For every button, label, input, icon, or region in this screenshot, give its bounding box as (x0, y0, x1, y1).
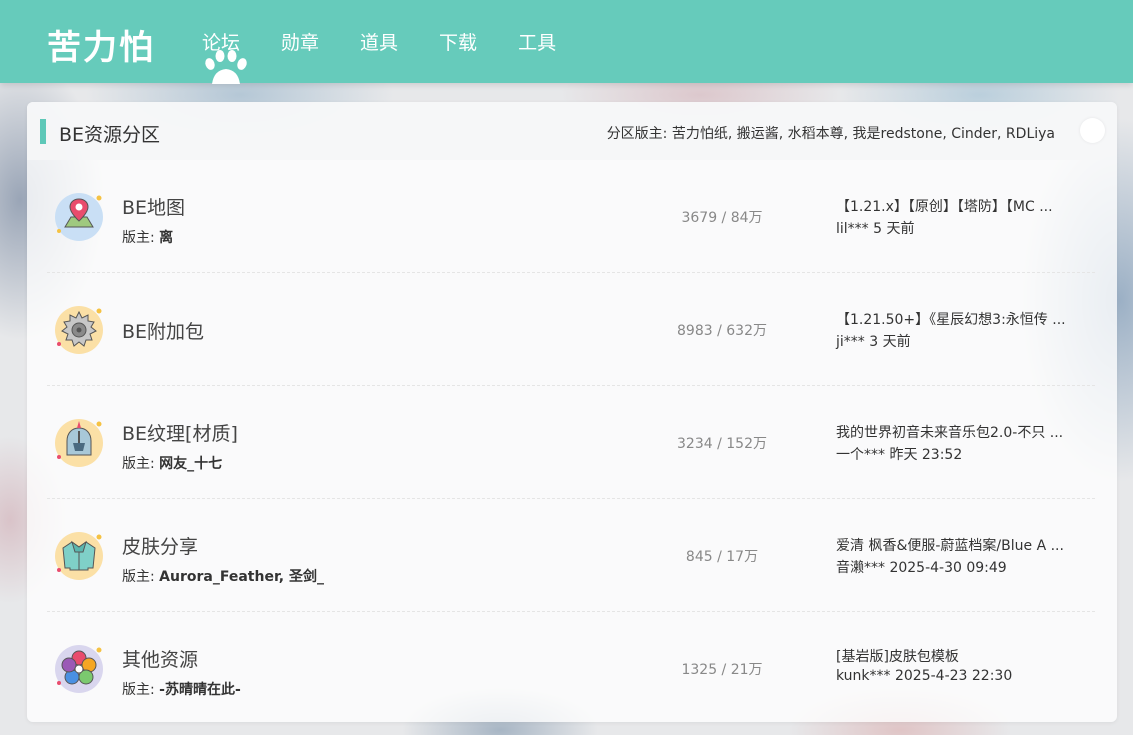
forum-row: BE纹理[材质] 版主: 网友_十七 3234 / 152万 我的世界初音未来音… (47, 386, 1095, 499)
last-post-meta: ji*** 3 天前 (836, 334, 911, 350)
forum-row: BE附加包 8983 / 632万 【1.21.50+】《星辰幻想3:永恒传 .… (47, 273, 1095, 386)
forum-stats: 8983 / 632万 (677, 323, 767, 339)
sweater-icon[interactable] (53, 530, 105, 582)
last-post-meta: 一个*** 昨天 23:52 (836, 447, 963, 463)
moderator-link[interactable]: -苏晴晴在此- (159, 682, 241, 698)
last-post-title[interactable]: 我的世界初音未来音乐包2.0-不只 ... (836, 422, 1086, 442)
forum-name[interactable]: 其他资源 (122, 645, 198, 672)
last-post-title[interactable]: [基岩版]皮肤包模板 (836, 646, 1086, 666)
forum-stats: 3234 / 152万 (677, 436, 767, 452)
saw-blade-icon[interactable] (53, 304, 105, 356)
nav-medals[interactable]: 勋章 (281, 28, 319, 55)
paw-icon (205, 50, 247, 84)
section-title[interactable]: BE资源分区 (59, 120, 160, 147)
nav-items[interactable]: 道具 (360, 28, 398, 55)
forum-stats: 3679 / 84万 (681, 210, 763, 226)
section-moderators: 分区版主: 苦力怕纸, 搬运酱, 水稻本尊, 我是redstone, Cinde… (606, 126, 1055, 142)
helmet-icon[interactable] (53, 417, 105, 469)
forum-section-panel: BE资源分区 分区版主: 苦力怕纸, 搬运酱, 水稻本尊, 我是redstone… (27, 102, 1117, 722)
forum-name[interactable]: BE纹理[材质] (122, 419, 238, 446)
forum-name[interactable]: BE地图 (122, 193, 185, 220)
flower-icon[interactable] (53, 643, 105, 695)
last-post-title[interactable]: 【1.21.50+】《星辰幻想3:永恒传 ... (836, 309, 1086, 329)
site-logo[interactable]: 苦力怕 (47, 20, 155, 69)
forum-name[interactable]: 皮肤分享 (122, 532, 198, 559)
forum-moderators: 版主: Aurora_Feather, 圣剑_ (122, 569, 324, 585)
last-post-meta: 音濑*** 2025-4-30 09:49 (836, 560, 1007, 576)
collapse-toggle[interactable] (1080, 118, 1105, 143)
last-post-title[interactable]: 爱清 枫香&便服-蔚蓝档案/Blue A ... (836, 535, 1086, 555)
forum-row: BE地图 版主: 离 3679 / 84万 【1.21.x】【原创】【塔防】【M… (47, 160, 1095, 273)
moderator-link[interactable]: 网友_十七 (159, 456, 222, 472)
map-pin-icon[interactable] (53, 191, 105, 243)
forum-row: 皮肤分享 版主: Aurora_Feather, 圣剑_ 845 / 17万 爱… (47, 499, 1095, 612)
forum-moderators: 版主: -苏晴晴在此- (122, 682, 241, 698)
last-post-title[interactable]: 【1.21.x】【原创】【塔防】【MC ... (836, 196, 1086, 216)
forum-name[interactable]: BE附加包 (122, 317, 204, 344)
forum-stats: 1325 / 21万 (681, 662, 763, 678)
forum-row: 其他资源 版主: -苏晴晴在此- 1325 / 21万 [基岩版]皮肤包模板 k… (47, 612, 1095, 724)
forum-stats: 845 / 17万 (685, 549, 759, 565)
forum-moderators: 版主: 网友_十七 (122, 456, 223, 472)
section-header: BE资源分区 分区版主: 苦力怕纸, 搬运酱, 水稻本尊, 我是redstone… (27, 102, 1117, 160)
nav-tools[interactable]: 工具 (518, 28, 556, 55)
moderator-link[interactable]: Aurora_Feather, 圣剑_ (159, 569, 324, 585)
section-accent-bar (40, 119, 46, 144)
nav-download[interactable]: 下载 (439, 28, 477, 55)
last-post-meta: lil*** 5 天前 (836, 221, 915, 237)
moderator-link[interactable]: 离 (159, 230, 173, 246)
nav-forum[interactable]: 论坛 (202, 28, 247, 84)
forum-moderators: 版主: 离 (122, 230, 174, 246)
top-navbar: 苦力怕 论坛 勋章 道具 下载 工具 (0, 0, 1133, 84)
main-nav: 论坛 勋章 道具 下载 工具 (202, 28, 597, 84)
last-post-meta: kunk*** 2025-4-23 22:30 (836, 668, 1013, 684)
